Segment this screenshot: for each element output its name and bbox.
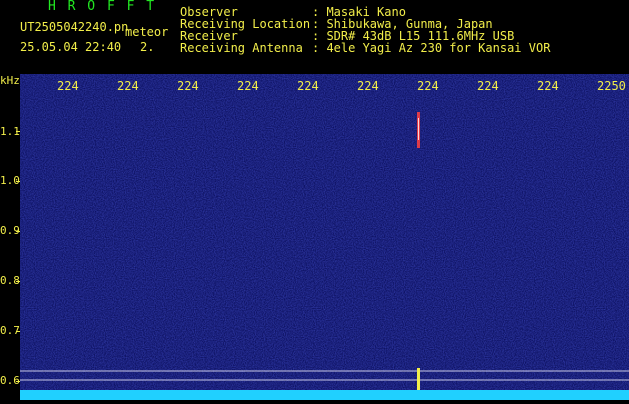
x-tick-label: 224 (117, 79, 139, 93)
x-tick-label: 224 (237, 79, 259, 93)
x-tick-label: 224 (57, 79, 79, 93)
x-tick-label: 224 (297, 79, 319, 93)
x-axis: 224 224 224 224 224 224 224 224 224 2250 (20, 74, 629, 93)
x-tick-label: 224 (477, 79, 499, 93)
info-antenna-label: Receiving Antenna (180, 41, 303, 55)
app-logo: H R O F F T (48, 0, 157, 14)
spectrogram-image (20, 74, 629, 400)
x-tick-label: 224 (177, 79, 199, 93)
y-axis-unit: kHz (0, 74, 20, 87)
count-label: 2. (140, 40, 155, 54)
meteor-echo-core (418, 118, 419, 140)
event-type-label: meteor (125, 25, 169, 39)
baseline-spectrum (20, 390, 629, 400)
header-panel: H R O F F T UT2505042240.pn meteor 25.05… (0, 0, 629, 74)
spectrum-speckle (20, 74, 629, 400)
datetime-label: 25.05.04 22:40 (20, 40, 122, 54)
x-tick-label: 224 (537, 79, 559, 93)
filename-label: UT2505042240.pn (20, 20, 129, 34)
x-tick-label: 224 (417, 79, 439, 93)
info-antenna-value: : 4ele Yagi Az 230 for Kansai VOR (312, 41, 551, 55)
x-tick-label: 2250 (597, 79, 626, 93)
x-tick-label: 224 (357, 79, 379, 93)
spectrogram-plot[interactable]: 224 224 224 224 224 224 224 224 224 2250 (20, 74, 629, 400)
